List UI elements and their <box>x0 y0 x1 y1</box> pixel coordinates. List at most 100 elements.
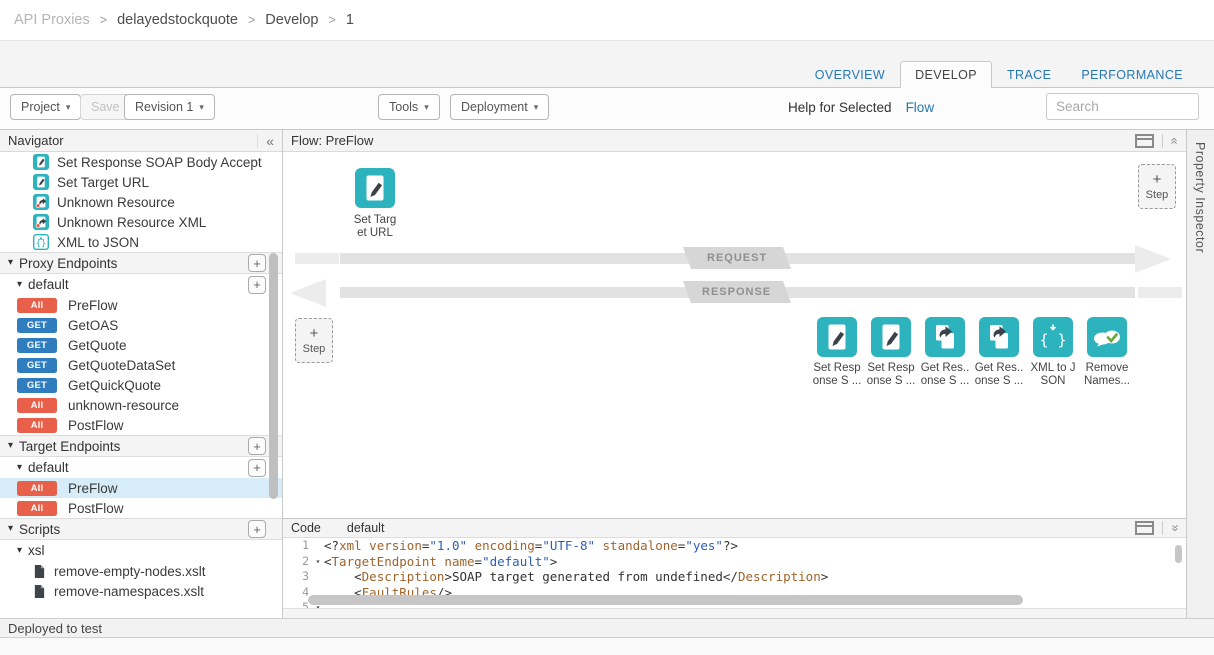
tools-menu-button[interactable]: Tools ▾ <box>378 94 440 120</box>
chevron-down-icon: ▾ <box>424 102 429 112</box>
proxy-flow-preflow[interactable]: All PreFlow <box>0 295 282 315</box>
flow-policy-xml-to-json[interactable]: { } <box>1033 317 1073 357</box>
proxy-flow-postflow[interactable]: All PostFlow <box>0 415 282 435</box>
breadcrumb-revision[interactable]: 1 <box>346 12 354 28</box>
svg-text:{}: {} <box>36 239 47 249</box>
policy-item[interactable]: Set Target URL <box>0 172 282 192</box>
divider <box>1162 134 1163 148</box>
response-lane-label: RESPONSE <box>683 281 791 303</box>
fold-caret-icon[interactable]: ▾ <box>312 554 324 570</box>
flow-badge-get: GET <box>17 378 57 393</box>
scripts-group-xsl[interactable]: ▾ xsl <box>0 540 282 561</box>
add-proxy-endpoint-button[interactable]: + <box>248 254 266 272</box>
policy-item[interactable]: Unknown Resource <box>0 192 282 212</box>
split-panel-icon[interactable] <box>1135 134 1154 148</box>
property-inspector-strip[interactable]: Property Inspector <box>1186 130 1214 618</box>
target-endpoint-default[interactable]: ▾ default + <box>0 457 282 478</box>
project-menu-button[interactable]: Project ▾ <box>10 94 81 120</box>
proxy-endpoint-default[interactable]: ▾ default + <box>0 274 282 295</box>
collapse-panel-icon[interactable]: « <box>257 134 274 148</box>
policy-item[interactable]: Unknown Resource XML <box>0 212 282 232</box>
code-horizontal-scrollbar[interactable] <box>308 595 1023 605</box>
code-vertical-scrollbar[interactable] <box>1175 545 1182 563</box>
apigee-develop-screen: API Proxies > delayedstockquote > Develo… <box>0 0 1214 655</box>
proxy-flow-getquotedataset[interactable]: GET GetQuoteDataSet <box>0 355 282 375</box>
breadcrumb: API Proxies > delayedstockquote > Develo… <box>0 0 1214 40</box>
add-step-button-response[interactable]: + Step <box>295 318 333 363</box>
policy-label: Set Response S ... <box>808 362 866 388</box>
breadcrumb-proxy-name[interactable]: delayedstockquote <box>117 12 238 28</box>
policy-label: XML to JSON <box>1024 362 1082 388</box>
breadcrumb-develop[interactable]: Develop <box>265 12 318 28</box>
line-number: 1 <box>283 538 312 554</box>
proxy-flow-getoas[interactable]: GET GetOAS <box>0 315 282 335</box>
footer-area <box>0 638 1214 655</box>
code-header: Code default « <box>283 518 1186 538</box>
flow-badge-get: GET <box>17 318 57 333</box>
proxy-flow-getquickquote[interactable]: GET GetQuickQuote <box>0 375 282 395</box>
split-panel-icon[interactable] <box>1135 521 1154 535</box>
code-line: 2 ▾ <TargetEndpoint name="default"> <box>283 554 1186 570</box>
request-arrowhead-icon <box>1135 245 1171 273</box>
caret-down-icon: ▾ <box>17 546 22 556</box>
chevron-down-icon: ▾ <box>534 102 539 112</box>
script-file-item[interactable]: remove-namespaces.xslt <box>0 581 282 601</box>
add-target-endpoint-button[interactable]: + <box>248 437 266 455</box>
breadcrumb-api-proxies[interactable]: API Proxies <box>14 12 90 28</box>
flow-policy-set-response-1[interactable] <box>817 317 857 357</box>
section-proxy-endpoints[interactable]: ▾ Proxy Endpoints + <box>0 252 282 274</box>
revision-menu-button[interactable]: Revision 1 ▾ <box>124 94 215 120</box>
deployment-menu-button[interactable]: Deployment ▾ <box>450 94 549 120</box>
chevron-down-icon: ▾ <box>66 102 71 112</box>
response-arrowhead-icon <box>290 279 326 307</box>
section-target-endpoints[interactable]: ▾ Target Endpoints + <box>0 435 282 457</box>
tab-performance[interactable]: PERFORMANCE <box>1066 61 1198 88</box>
code-text: <Description>SOAP target generated from … <box>324 569 828 585</box>
add-step-button-request[interactable]: + Step <box>1138 164 1176 209</box>
pencil-policy-icon <box>817 317 857 357</box>
code-label: Code <box>291 521 321 535</box>
policy-item[interactable]: Set Response SOAP Body Accept <box>0 152 282 172</box>
flow-policy-set-response-2[interactable] <box>871 317 911 357</box>
tab-trace[interactable]: TRACE <box>992 61 1066 88</box>
policy-item[interactable]: {} XML to JSON <box>0 232 282 252</box>
navigator-scrollbar[interactable] <box>269 253 278 499</box>
proxy-flow-unknown-resource[interactable]: All unknown-resource <box>0 395 282 415</box>
code-editor[interactable]: 1 ▾ <?xml version="1.0" encoding="UTF-8"… <box>283 538 1186 608</box>
tab-bar: OVERVIEW DEVELOP TRACE PERFORMANCE <box>800 61 1198 88</box>
flow-policy-set-target-url[interactable] <box>355 168 395 208</box>
pencil-policy-icon <box>33 154 49 170</box>
tab-develop[interactable]: DEVELOP <box>900 61 992 88</box>
collapse-down-icon[interactable]: « <box>1169 524 1179 531</box>
deployment-status-text: Deployed to test <box>8 621 102 636</box>
code-line: 1 ▾ <?xml version="1.0" encoding="UTF-8"… <box>283 538 1186 554</box>
add-flow-button[interactable]: + <box>248 459 266 477</box>
breadcrumb-separator: > <box>100 13 107 27</box>
navigator-title: Navigator <box>8 133 64 148</box>
flow-badge-all: All <box>17 481 57 496</box>
collapse-up-icon[interactable]: « <box>1169 137 1179 144</box>
svg-text:{ }: { } <box>1039 331 1066 349</box>
add-script-button[interactable]: + <box>248 520 266 538</box>
help-flow-link[interactable]: Flow <box>906 100 935 115</box>
tab-overview[interactable]: OVERVIEW <box>800 61 900 88</box>
proxy-flow-getquote[interactable]: GET GetQuote <box>0 335 282 355</box>
copy-arrow-policy-icon <box>979 317 1019 357</box>
search-input[interactable] <box>1046 93 1199 120</box>
property-inspector-label: Property Inspector <box>1193 142 1207 253</box>
flow-policy-get-response-2[interactable] <box>979 317 1019 357</box>
section-scripts[interactable]: ▾ Scripts + <box>0 518 282 540</box>
breadcrumb-separator: > <box>248 13 255 27</box>
code-tab-default[interactable]: default <box>347 521 385 535</box>
add-flow-button[interactable]: + <box>248 276 266 294</box>
target-flow-postflow[interactable]: All PostFlow <box>0 498 282 518</box>
policy-label: Set Response S ... <box>862 362 920 388</box>
flow-policy-get-response-1[interactable] <box>925 317 965 357</box>
script-file-item[interactable]: remove-empty-nodes.xslt <box>0 561 282 581</box>
policy-label: Set Targ et URL <box>339 214 411 240</box>
line-number: 3 <box>283 569 312 585</box>
save-button[interactable]: Save <box>80 94 131 120</box>
flow-policy-remove-namespaces[interactable] <box>1087 317 1127 357</box>
toolbar: Project ▾ Save Revision 1 ▾ Tools ▾ Depl… <box>0 88 1214 130</box>
target-flow-preflow-selected[interactable]: All PreFlow <box>0 478 282 498</box>
